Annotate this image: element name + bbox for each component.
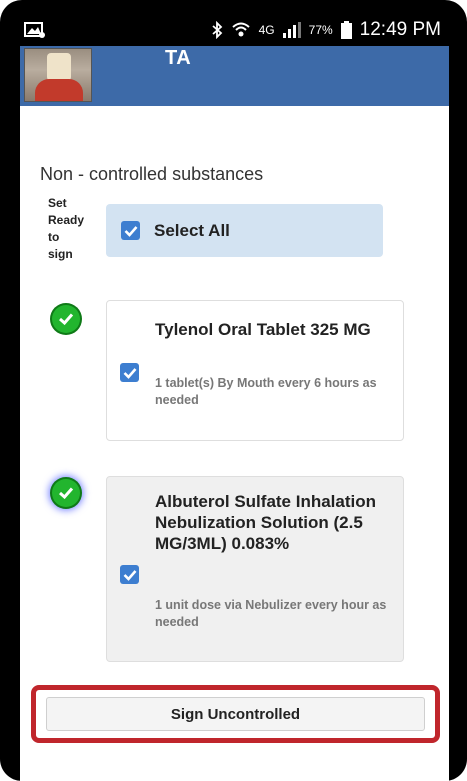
page-title: TA <box>165 47 192 69</box>
bluetooth-icon <box>211 21 223 39</box>
ready-check-icon <box>52 479 80 507</box>
avatar[interactable] <box>24 48 92 102</box>
checkbox-checked-icon[interactable] <box>120 363 139 382</box>
medication-card[interactable]: Tylenol Oral Tablet 325 MG 1 tablet(s) B… <box>106 300 404 441</box>
sign-uncontrolled-button[interactable]: Sign Uncontrolled <box>46 697 425 731</box>
select-all-checkbox[interactable]: Select All <box>106 204 383 257</box>
checkbox-checked-icon[interactable] <box>120 565 139 584</box>
ready-check-icon <box>52 305 80 333</box>
status-bar: 4G 77% 12:49 PM <box>20 14 449 46</box>
medication-sig: 1 unit dose via Nebulizer every hour as … <box>155 598 387 629</box>
clock: 12:49 PM <box>359 19 441 40</box>
medication-name: Tylenol Oral Tablet 325 MG <box>155 320 371 339</box>
set-ready-label: Set Ready to sign <box>48 196 85 261</box>
image-icon <box>24 21 46 39</box>
checkbox-checked-icon[interactable] <box>121 221 140 240</box>
wifi-icon <box>231 21 251 39</box>
network-type: 4G <box>258 23 275 37</box>
select-all-label: Select All <box>154 220 230 240</box>
medication-sig: 1 tablet(s) By Mouth every 6 hours as ne… <box>155 376 377 407</box>
screen: 4G 77% 12:49 PM TA Non - controlled subs… <box>20 14 449 781</box>
phone-frame: 4G 77% 12:49 PM TA Non - controlled subs… <box>0 0 467 781</box>
section-title: Non - controlled substances <box>40 164 264 184</box>
medication-name: Albuterol Sulfate Inhalation Nebulizatio… <box>155 492 377 553</box>
app-header: TA <box>20 46 449 106</box>
medication-card[interactable]: Albuterol Sulfate Inhalation Nebulizatio… <box>106 476 404 662</box>
battery-icon <box>340 21 352 39</box>
battery-percent: 77% <box>308 23 333 37</box>
signal-icon <box>282 22 301 38</box>
sign-button-highlight: Sign Uncontrolled <box>31 685 440 743</box>
